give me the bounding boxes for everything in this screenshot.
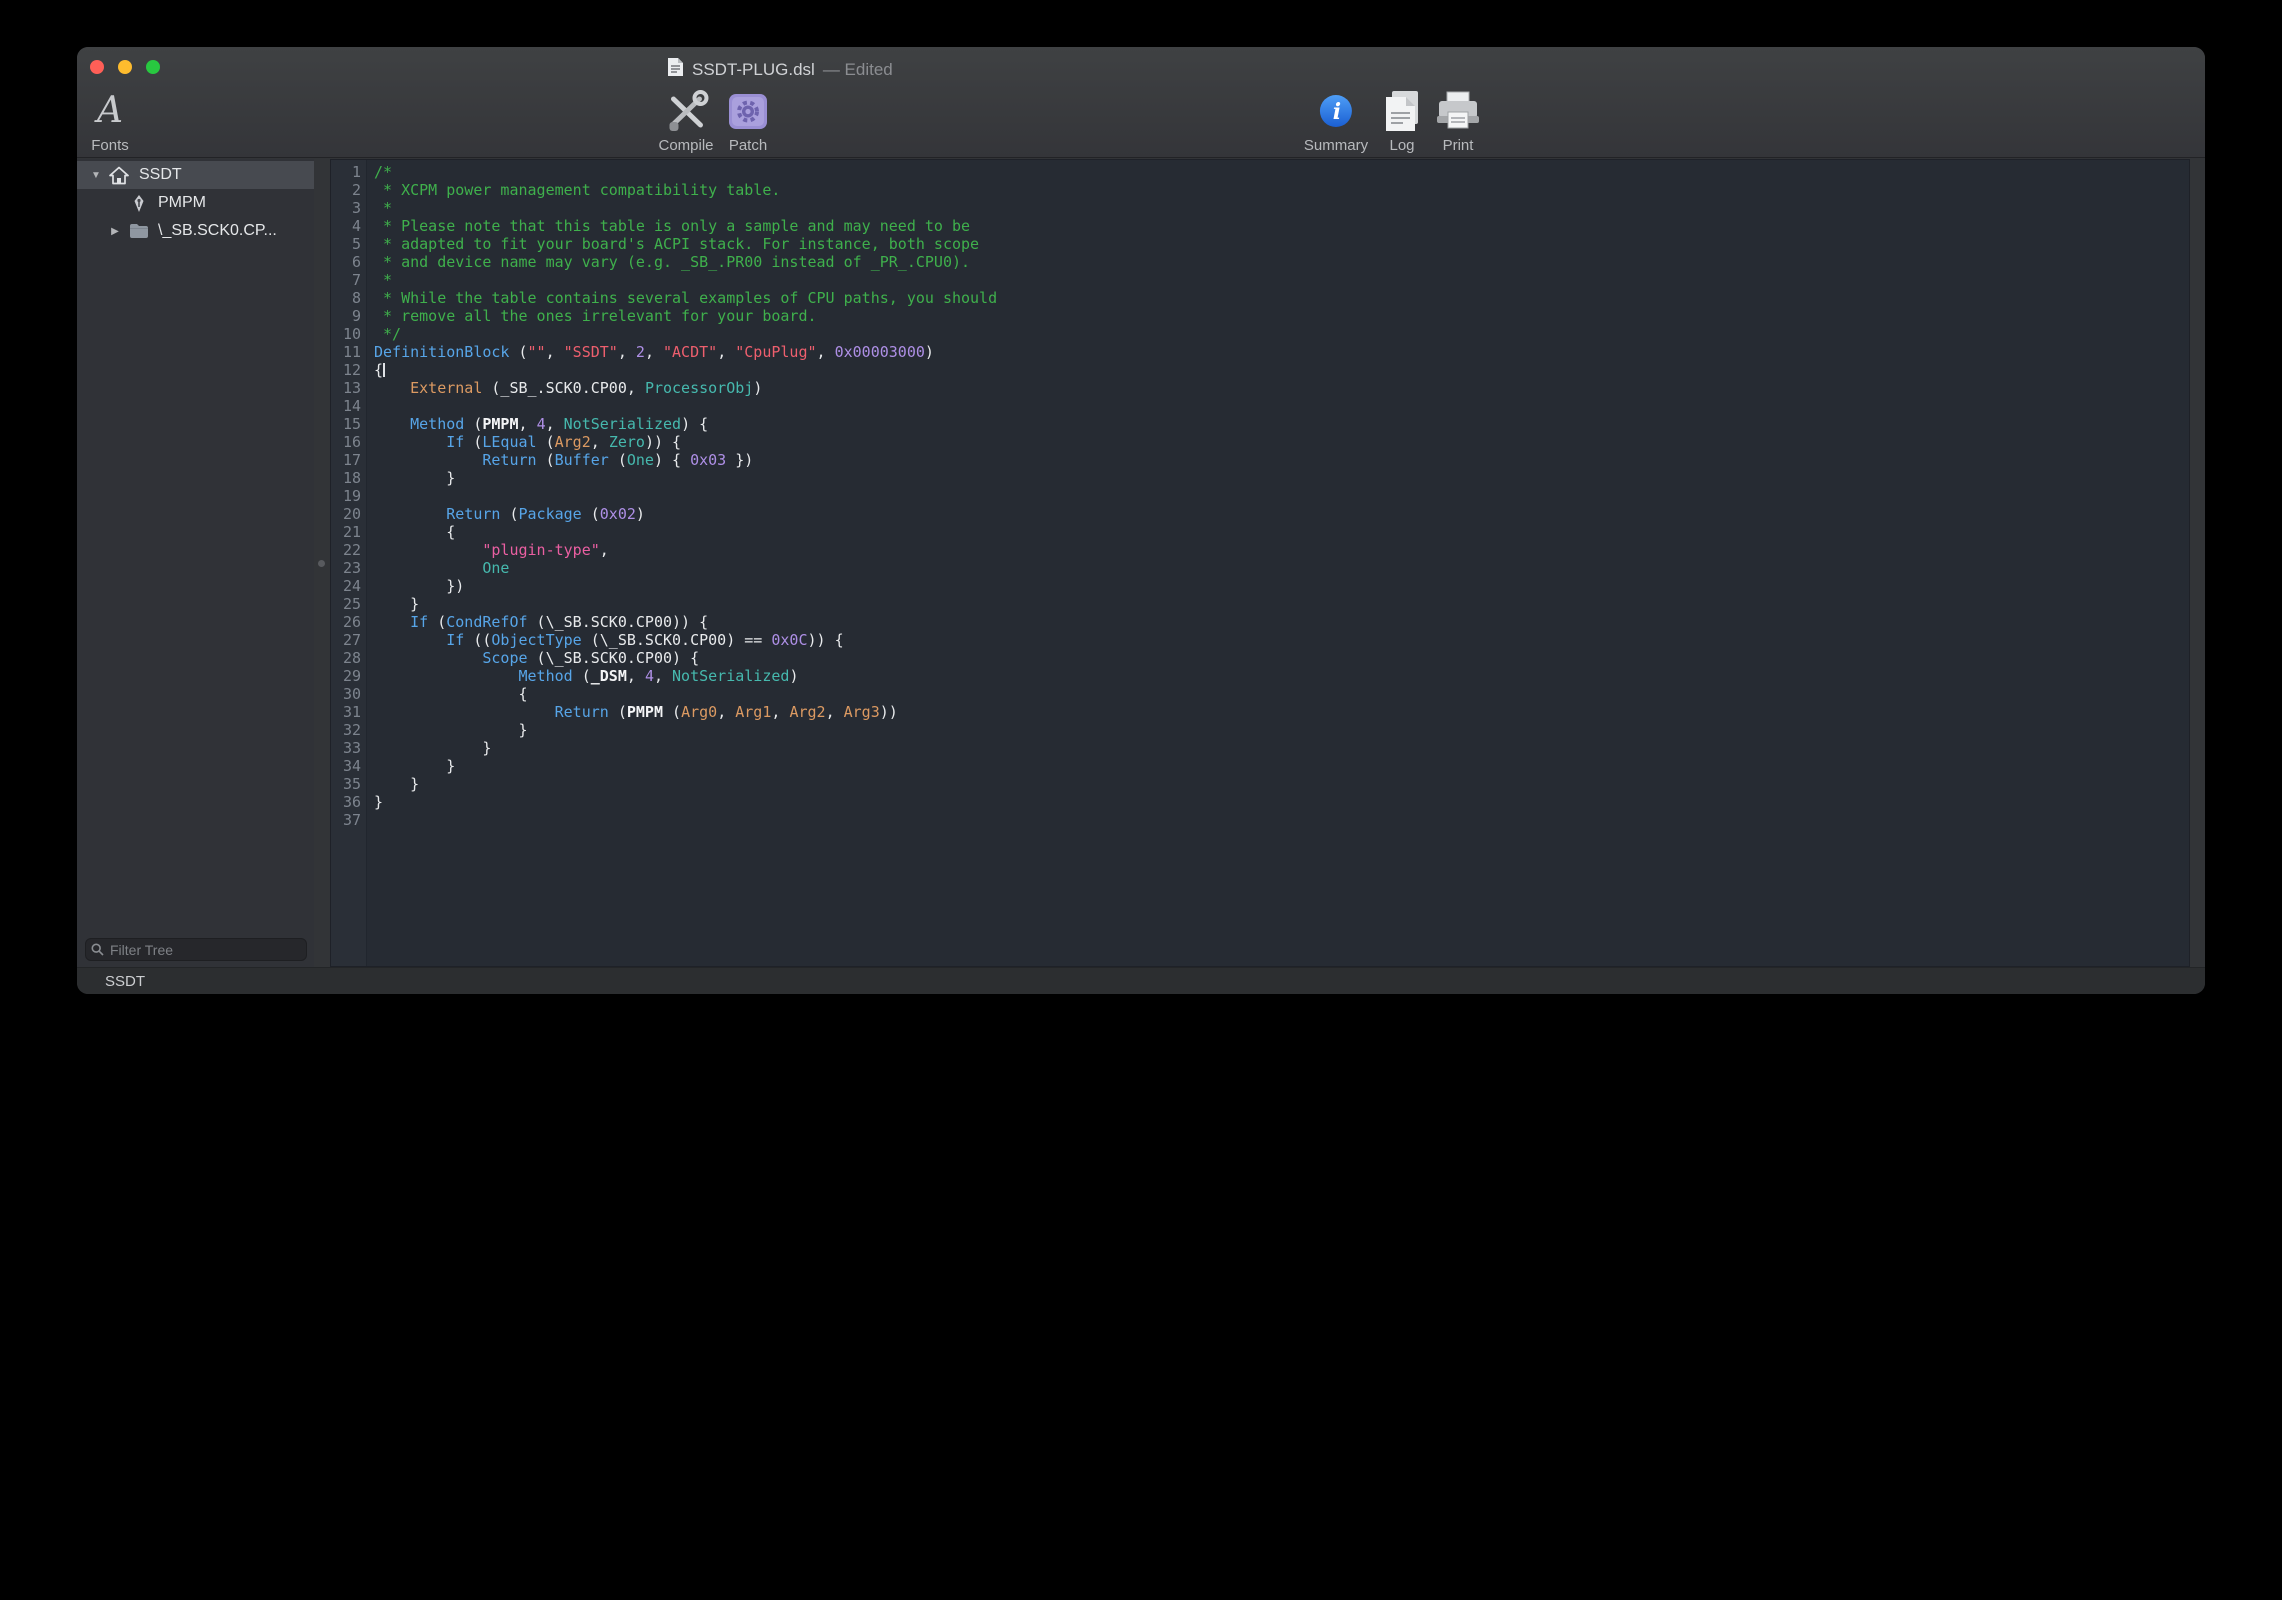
- code-line: Method (PMPM, 4, NotSerialized) {: [374, 415, 2189, 433]
- code-line: External (_SB_.SCK0.CP00, ProcessorObj): [374, 379, 2189, 397]
- sidebar-item-label: SSDT: [139, 166, 182, 184]
- sidebar-item-label: \_SB.SCK0.CP...: [158, 222, 277, 240]
- code-line: Method (_DSM, 4, NotSerialized): [374, 667, 2189, 685]
- sidebar: ▼ SSDT PMPM: [77, 159, 314, 967]
- info-icon: i: [1319, 87, 1353, 135]
- code-line: If (CondRefOf (\_SB.SCK0.CP00)) {: [374, 613, 2189, 631]
- compile-button[interactable]: Compile: [658, 87, 713, 154]
- code-line: }: [374, 595, 2189, 613]
- code-line: *: [374, 271, 2189, 289]
- fonts-button[interactable]: A Fonts: [91, 87, 129, 154]
- code-line: * adapted to fit your board's ACPI stack…: [374, 235, 2189, 253]
- status-bar: SSDT: [77, 967, 2205, 994]
- code-line: * and device name may vary (e.g. _SB_.PR…: [374, 253, 2189, 271]
- summary-button[interactable]: i Summary: [1304, 87, 1368, 154]
- code-line: /*: [374, 163, 2189, 181]
- code-area[interactable]: /* * XCPM power management compatibility…: [367, 160, 2189, 966]
- code-line: Return (PMPM (Arg0, Arg1, Arg2, Arg3)): [374, 703, 2189, 721]
- search-icon: [91, 943, 104, 956]
- code-line: [374, 397, 2189, 415]
- code-line: }: [374, 739, 2189, 757]
- patch-item-icon: [130, 194, 148, 213]
- code-line: [374, 487, 2189, 505]
- printer-icon: [1436, 87, 1480, 135]
- patch-label: Patch: [729, 137, 767, 154]
- splitter-handle-icon: [318, 560, 325, 567]
- code-line: * Please note that this table is only a …: [374, 217, 2189, 235]
- code-line: If (LEqual (Arg2, Zero)) {: [374, 433, 2189, 451]
- fonts-icon: A: [97, 93, 123, 129]
- code-line: * XCPM power management compatibility ta…: [374, 181, 2189, 199]
- text-caret: [383, 363, 385, 377]
- pane-splitter[interactable]: [314, 159, 330, 967]
- sidebar-item-sb-sck0[interactable]: ▶ \_SB.SCK0.CP...: [77, 217, 314, 245]
- disclosure-right-icon[interactable]: ▶: [108, 226, 122, 237]
- window-title-edited: — Edited: [823, 60, 893, 80]
- code-editor[interactable]: 1234567891011121314151617181920212223242…: [330, 159, 2190, 967]
- code-line: Return (Package (0x02): [374, 505, 2189, 523]
- line-number-gutter: 1234567891011121314151617181920212223242…: [331, 160, 367, 966]
- code-line: }: [374, 775, 2189, 793]
- minimize-button[interactable]: [118, 60, 132, 74]
- fonts-label: Fonts: [91, 137, 129, 154]
- folder-icon: [129, 223, 149, 239]
- code-line: }): [374, 577, 2189, 595]
- print-button[interactable]: Print: [1436, 87, 1480, 154]
- patch-gear-icon: [728, 87, 768, 135]
- code-line: Return (Buffer (One) { 0x03 }): [374, 451, 2189, 469]
- close-button[interactable]: [90, 60, 104, 74]
- code-line: {: [374, 361, 2189, 379]
- code-line: [374, 811, 2189, 829]
- summary-label: Summary: [1304, 137, 1368, 154]
- house-icon: [109, 166, 129, 185]
- window-title: SSDT-PLUG.dsl: [692, 60, 815, 80]
- document-icon: [667, 57, 684, 82]
- code-line: }: [374, 757, 2189, 775]
- code-line: If ((ObjectType (\_SB.SCK0.CP00) == 0x0C…: [374, 631, 2189, 649]
- app-window: SSDT-PLUG.dsl — Edited A Fonts Compile: [77, 47, 2205, 994]
- window-chrome: SSDT-PLUG.dsl — Edited A Fonts Compile: [77, 47, 2205, 158]
- code-line: {: [374, 523, 2189, 541]
- code-line: */: [374, 325, 2189, 343]
- sidebar-item-label: PMPM: [158, 194, 206, 212]
- code-line: *: [374, 199, 2189, 217]
- window-title-group: SSDT-PLUG.dsl — Edited: [667, 57, 893, 82]
- svg-text:i: i: [1333, 99, 1341, 125]
- log-document-icon: [1383, 87, 1421, 135]
- code-line: "plugin-type",: [374, 541, 2189, 559]
- tree: ▼ SSDT PMPM: [77, 159, 314, 245]
- code-line: {: [374, 685, 2189, 703]
- disclosure-down-icon[interactable]: ▼: [89, 170, 103, 181]
- print-label: Print: [1443, 137, 1474, 154]
- code-line: * While the table contains several examp…: [374, 289, 2189, 307]
- compile-label: Compile: [658, 137, 713, 154]
- sidebar-item-pmpm[interactable]: PMPM: [77, 189, 314, 217]
- code-line: }: [374, 721, 2189, 739]
- code-line: One: [374, 559, 2189, 577]
- zoom-button[interactable]: [146, 60, 160, 74]
- compile-tools-icon: [663, 87, 709, 135]
- filter-tree-input[interactable]: [85, 938, 307, 961]
- log-button[interactable]: Log: [1383, 87, 1421, 154]
- status-text: SSDT: [105, 973, 145, 990]
- code-line: Scope (\_SB.SCK0.CP00) {: [374, 649, 2189, 667]
- code-line: }: [374, 469, 2189, 487]
- log-label: Log: [1389, 137, 1414, 154]
- filter-tree-field: [85, 938, 307, 961]
- code-line: DefinitionBlock ("", "SSDT", 2, "ACDT", …: [374, 343, 2189, 361]
- code-line: }: [374, 793, 2189, 811]
- sidebar-item-ssdt[interactable]: ▼ SSDT: [77, 161, 314, 189]
- patch-button[interactable]: Patch: [728, 87, 768, 154]
- traffic-lights: [90, 60, 160, 74]
- code-line: * remove all the ones irrelevant for you…: [374, 307, 2189, 325]
